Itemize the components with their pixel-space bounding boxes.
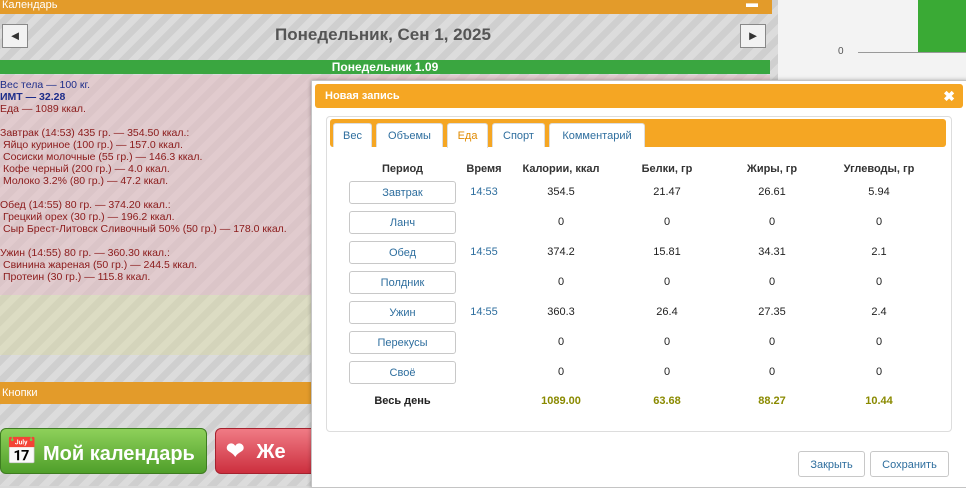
header-time: Время [466, 163, 502, 175]
my-calendar-button[interactable]: 📅 Мой календарь [0, 428, 207, 474]
meal-carbs: 0 [875, 336, 883, 348]
meal-fat: 27.35 [758, 306, 786, 318]
meal-time: 14:53 [470, 186, 498, 198]
total-protein: 63.68 [653, 395, 681, 407]
heart-icon: ❤ [226, 438, 245, 463]
save-button[interactable]: Сохранить [870, 451, 949, 477]
chart-axis [858, 52, 966, 53]
date-title: Понедельник, Сен 1, 2025 [275, 25, 491, 44]
my-calendar-label: Мой календарь [43, 443, 195, 465]
meal-fat: 34.31 [758, 246, 786, 258]
header-fat: Жиры, гр [746, 163, 798, 175]
modal-title: Новая запись [325, 90, 400, 102]
meal-button[interactable]: Завтрак [349, 181, 456, 204]
header-carbs: Углеводы, гр [843, 163, 915, 175]
meal-protein: 0 [663, 366, 671, 378]
tab-panel: Вес Объемы Еда Спорт Комментарий Период … [326, 116, 952, 432]
meal-kcal: 0 [557, 276, 565, 288]
next-day-button[interactable]: ► [740, 24, 766, 48]
tab-sport[interactable]: Спорт [492, 123, 545, 147]
meal-button[interactable]: Перекусы [349, 331, 456, 354]
meal-button[interactable]: Своё [349, 361, 456, 384]
prev-day-button[interactable]: ◄ [2, 24, 28, 48]
meal-button[interactable]: Полдник [349, 271, 456, 294]
close-button[interactable]: Закрыть [798, 451, 865, 477]
meal-carbs: 0 [875, 366, 883, 378]
right-chart-panel: 0 [778, 0, 966, 80]
new-entry-modal: Новая запись ✖ Вес Объемы Еда Спорт Комм… [311, 80, 966, 488]
meal-button[interactable]: Ужин [349, 301, 456, 324]
meal-kcal: 360.3 [547, 306, 575, 318]
meal-kcal: 0 [557, 336, 565, 348]
meal-fat: 0 [768, 336, 776, 348]
meal-fat: 0 [768, 366, 776, 378]
meal-protein: 21.47 [653, 186, 681, 198]
tab-bar: Вес Объемы Еда Спорт Комментарий [330, 119, 946, 148]
calendar-panel-title: Календарь [2, 0, 58, 11]
total-label: Весь день [374, 395, 431, 407]
meal-protein: 0 [663, 276, 671, 288]
header-period: Период [381, 163, 424, 175]
meal-kcal: 354.5 [547, 186, 575, 198]
total-fat: 88.27 [758, 395, 786, 407]
tab-food[interactable]: Еда [447, 123, 488, 148]
calendar-panel-header: Календарь ▬ [0, 0, 772, 14]
meal-kcal: 0 [557, 366, 565, 378]
tab-comment[interactable]: Комментарий [549, 123, 645, 147]
meal-fat: 0 [768, 216, 776, 228]
meal-protein: 0 [663, 216, 671, 228]
day-bar: Понедельник 1.09 [0, 60, 770, 74]
modal-title-bar: Новая запись ✖ [315, 84, 963, 108]
meal-button[interactable]: Ланч [349, 211, 456, 234]
tab-weight[interactable]: Вес [333, 123, 372, 147]
minimize-icon[interactable]: ▬ [746, 0, 758, 9]
meal-carbs: 0 [875, 216, 883, 228]
second-big-button-label: Же [256, 441, 286, 463]
meal-carbs: 2.4 [871, 306, 887, 318]
meal-protein: 26.4 [656, 306, 678, 318]
meal-protein: 15.81 [653, 246, 681, 258]
meal-fat: 0 [768, 276, 776, 288]
chart-bar [918, 0, 966, 52]
total-carbs: 10.44 [865, 395, 893, 407]
header-protein: Белки, гр [641, 163, 693, 175]
chart-zero-label: 0 [838, 46, 844, 57]
calendar-icon: 📅 [5, 436, 39, 466]
meal-protein: 0 [663, 336, 671, 348]
meal-time: 14:55 [470, 246, 498, 258]
tab-volumes[interactable]: Объемы [376, 123, 443, 147]
meal-kcal: 0 [557, 216, 565, 228]
meal-kcal: 374.2 [547, 246, 575, 258]
meal-button[interactable]: Обед [349, 241, 456, 264]
close-icon[interactable]: ✖ [943, 84, 955, 108]
header-kcal: Калории, ккал [522, 163, 600, 175]
meal-time: 14:55 [470, 306, 498, 318]
right-arrow-icon: ► [746, 28, 760, 43]
meal-fat: 26.61 [758, 186, 786, 198]
meal-carbs: 0 [875, 276, 883, 288]
total-kcal: 1089.00 [541, 395, 581, 407]
meal-carbs: 2.1 [871, 246, 887, 258]
left-arrow-icon: ◄ [8, 28, 22, 43]
meal-carbs: 5.94 [868, 186, 890, 198]
